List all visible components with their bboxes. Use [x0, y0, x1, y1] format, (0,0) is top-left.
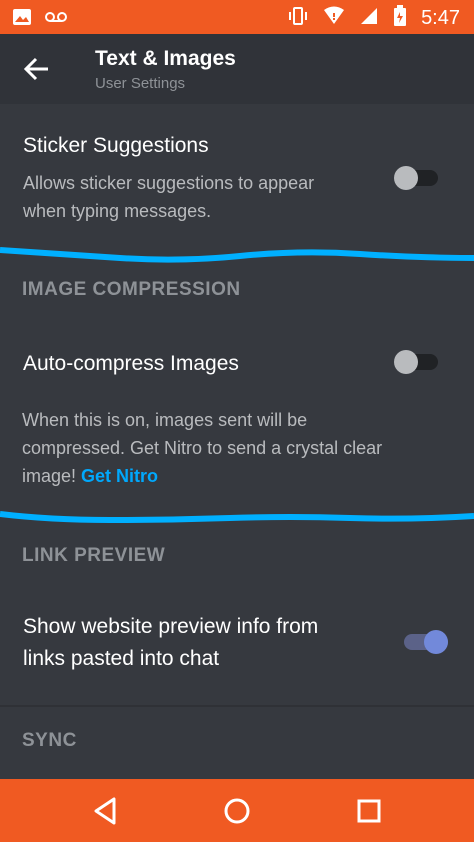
- toggle-knob: [394, 166, 418, 190]
- auto-compress-title: Auto-compress Images: [23, 352, 239, 375]
- sticker-suggestions-desc-line2: when typing messages.: [23, 201, 212, 221]
- voicemail-icon: [44, 7, 68, 32]
- wifi-icon: [323, 6, 345, 31]
- page-subtitle: User Settings: [95, 75, 186, 92]
- status-bar: 5:47: [0, 0, 474, 34]
- link-preview-title-line2: links pasted into chat: [23, 647, 220, 670]
- image-compression-section-header: IMAGE COMPRESSION: [22, 279, 241, 300]
- auto-compress-desc-text: image!: [22, 466, 77, 486]
- clock: 5:47: [421, 7, 460, 29]
- sticker-suggestions-toggle[interactable]: [394, 166, 438, 190]
- section-divider: [0, 705, 474, 707]
- auto-compress-desc-line2: compressed. Get Nitro to send a crystal …: [22, 438, 383, 458]
- recents-nav-button[interactable]: [349, 791, 389, 831]
- arrow-left-icon: [23, 57, 48, 81]
- link-preview-title-line1: Show website preview info from: [23, 615, 319, 638]
- triangle-back-icon: [94, 797, 116, 825]
- signal-icon: [359, 6, 379, 31]
- circle-home-icon: [224, 798, 250, 824]
- navigation-bar: [0, 779, 474, 842]
- toggle-knob: [394, 350, 418, 374]
- annotation-stroke: [0, 247, 474, 263]
- home-nav-button[interactable]: [217, 791, 257, 831]
- back-button[interactable]: [18, 52, 58, 86]
- auto-compress-desc-line1: When this is on, images sent will be: [22, 410, 308, 430]
- annotation-stroke: [0, 511, 474, 524]
- get-nitro-link[interactable]: Get Nitro: [81, 466, 158, 486]
- image-notification-icon: [12, 7, 32, 32]
- link-preview-toggle[interactable]: [404, 630, 448, 654]
- toggle-knob: [424, 630, 448, 654]
- page-title: Text & Images: [95, 47, 236, 70]
- settings-list: Sticker Suggestions Allows sticker sugge…: [0, 104, 474, 779]
- app-bar: Text & Images User Settings: [0, 34, 474, 104]
- back-nav-button[interactable]: [86, 791, 126, 831]
- battery-icon: [393, 5, 407, 32]
- auto-compress-toggle[interactable]: [394, 350, 438, 374]
- auto-compress-desc-line3: image! Get Nitro: [22, 462, 158, 490]
- vibrate-icon: [287, 5, 309, 32]
- sticker-suggestions-desc-line1: Allows sticker suggestions to appear: [23, 173, 315, 193]
- sync-section-header: SYNC: [22, 730, 77, 751]
- link-preview-section-header: LINK PREVIEW: [22, 545, 166, 566]
- square-recents-icon: [357, 799, 381, 823]
- sticker-suggestions-title: Sticker Suggestions: [23, 134, 209, 157]
